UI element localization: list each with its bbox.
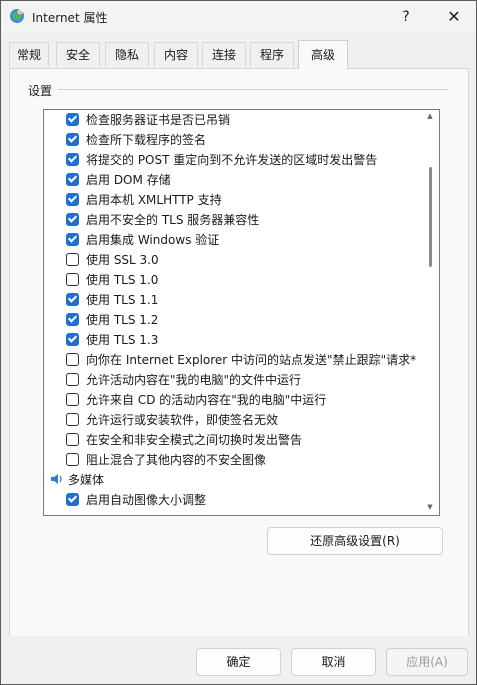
checkbox[interactable] xyxy=(66,453,79,466)
settings-list[interactable]: 检查服务器证书是否已吊销 检查所下载程序的签名 将提交的 POST 重定向到不允… xyxy=(43,109,440,516)
tab-connections[interactable]: 连接 xyxy=(202,42,246,67)
list-item[interactable]: 将提交的 POST 重定向到不允许发送的区域时发出警告 xyxy=(44,150,424,170)
list-item[interactable]: 启用不安全的 TLS 服务器兼容性 xyxy=(44,210,424,230)
list-item[interactable]: 使用 TLS 1.3 xyxy=(44,330,424,350)
list-item-label: 启用集成 Windows 验证 xyxy=(86,233,220,247)
checkbox[interactable] xyxy=(66,253,79,266)
list-item-label: 阻止混合了其他内容的不安全图像 xyxy=(86,453,267,467)
list-item-label: 允许来自 CD 的活动内容在"我的电脑"中运行 xyxy=(86,393,327,407)
list-item[interactable]: 检查服务器证书是否已吊销 xyxy=(44,110,424,130)
checkbox[interactable] xyxy=(66,273,79,286)
category-header: 多媒体 xyxy=(44,470,424,490)
scroll-up-icon[interactable]: ▲ xyxy=(426,112,434,120)
checkbox[interactable] xyxy=(66,293,79,306)
list-item-label: 使用 TLS 1.3 xyxy=(86,333,159,347)
list-item[interactable]: 启用本机 XMLHTTP 支持 xyxy=(44,190,424,210)
checkbox[interactable] xyxy=(66,433,79,446)
list-item[interactable]: 启用自动图像大小调整 xyxy=(44,490,424,510)
restore-advanced-button[interactable]: 还原高级设置(R) xyxy=(267,527,443,555)
list-item-label: 使用 SSL 3.0 xyxy=(86,253,159,267)
list-item[interactable]: 允许运行或安装软件，即使签名无效 xyxy=(44,410,424,430)
tab-advanced[interactable]: 高级 xyxy=(298,40,348,69)
list-item[interactable]: 在安全和非安全模式之间切换时发出警告 xyxy=(44,430,424,450)
list-item[interactable]: 检查所下载程序的签名 xyxy=(44,130,424,150)
list-item-label: 将提交的 POST 重定向到不允许发送的区域时发出警告 xyxy=(86,153,378,167)
advanced-tab-panel: 设置 检查服务器证书是否已吊销 检查所下载程序的签名 将提交的 POST 重定向… xyxy=(9,68,469,637)
checkbox[interactable] xyxy=(66,493,79,506)
checkbox[interactable] xyxy=(66,213,79,226)
list-item[interactable]: 使用 TLS 1.1 xyxy=(44,290,424,310)
ok-button[interactable]: 确定 xyxy=(196,648,281,676)
list-item-label: 使用 TLS 1.0 xyxy=(86,273,159,287)
tab-programs[interactable]: 程序 xyxy=(250,42,294,67)
checkbox[interactable] xyxy=(66,173,79,186)
list-item-label: 使用 TLS 1.1 xyxy=(86,293,159,307)
dialog-window: Internet 属性 ? ✕ 常规 安全 隐私 内容 连接 程序 高级 设置 … xyxy=(0,0,477,685)
list-item[interactable]: 允许来自 CD 的活动内容在"我的电脑"中运行 xyxy=(44,390,424,410)
list-item-label: 在安全和非安全模式之间切换时发出警告 xyxy=(86,433,303,447)
checkbox[interactable] xyxy=(66,413,79,426)
title-bar[interactable]: Internet 属性 ? ✕ xyxy=(1,1,476,33)
checkbox[interactable] xyxy=(66,153,79,166)
list-item-label: 启用本机 XMLHTTP 支持 xyxy=(86,193,222,207)
checkbox[interactable] xyxy=(66,333,79,346)
list-item-label: 检查服务器证书是否已吊销 xyxy=(86,113,231,127)
checkbox[interactable] xyxy=(66,233,79,246)
scrollbar-thumb[interactable] xyxy=(429,167,432,267)
list-item[interactable]: 使用 SSL 3.0 xyxy=(44,250,424,270)
apply-button[interactable]: 应用(A) xyxy=(386,648,468,676)
list-item-label: 允许运行或安装软件，即使签名无效 xyxy=(86,413,279,427)
checkbox[interactable] xyxy=(66,313,79,326)
checkbox[interactable] xyxy=(66,393,79,406)
group-divider xyxy=(58,89,448,90)
list-item[interactable]: 启用集成 Windows 验证 xyxy=(44,230,424,250)
list-item[interactable]: 使用 TLS 1.0 xyxy=(44,270,424,290)
multimedia-icon xyxy=(51,474,62,484)
list-item-label: 启用不安全的 TLS 服务器兼容性 xyxy=(86,213,260,227)
list-item[interactable]: 启用 DOM 存储 xyxy=(44,170,424,190)
tab-general[interactable]: 常规 xyxy=(9,42,49,67)
checkbox[interactable] xyxy=(66,113,79,126)
checkbox[interactable] xyxy=(66,193,79,206)
checkbox[interactable] xyxy=(66,133,79,146)
list-item-label: 使用 TLS 1.2 xyxy=(86,313,159,327)
list-item[interactable]: 使用 TLS 1.2 xyxy=(44,310,424,330)
list-item-label: 向你在 Internet Explorer 中访问的站点发送"禁止跟踪"请求* xyxy=(86,353,417,367)
checkbox[interactable] xyxy=(66,373,79,386)
list-item[interactable]: 阻止混合了其他内容的不安全图像 xyxy=(44,450,424,470)
list-item-label: 启用自动图像大小调整 xyxy=(86,493,207,507)
close-button[interactable]: ✕ xyxy=(431,1,477,33)
tab-privacy[interactable]: 隐私 xyxy=(105,42,149,67)
scroll-down-icon[interactable]: ▼ xyxy=(426,503,434,511)
dialog-footer: 确定 取消 应用(A) xyxy=(1,636,476,684)
list-item-label: 启用 DOM 存储 xyxy=(86,173,171,187)
list-item[interactable]: 允许活动内容在"我的电脑"的文件中运行 xyxy=(44,370,424,390)
settings-group-label: 设置 xyxy=(28,84,53,98)
list-item-label: 检查所下载程序的签名 xyxy=(86,133,207,147)
list-item[interactable]: 向你在 Internet Explorer 中访问的站点发送"禁止跟踪"请求* xyxy=(44,350,424,370)
cancel-button[interactable]: 取消 xyxy=(291,648,376,676)
internet-globe-icon xyxy=(10,9,24,23)
help-button[interactable]: ? xyxy=(383,1,429,33)
tab-security[interactable]: 安全 xyxy=(56,42,100,67)
category-label: 多媒体 xyxy=(68,473,105,487)
window-title: Internet 属性 xyxy=(32,11,108,25)
list-item-label: 允许活动内容在"我的电脑"的文件中运行 xyxy=(86,373,302,387)
checkbox[interactable] xyxy=(66,353,79,366)
tab-content[interactable]: 内容 xyxy=(154,42,198,67)
